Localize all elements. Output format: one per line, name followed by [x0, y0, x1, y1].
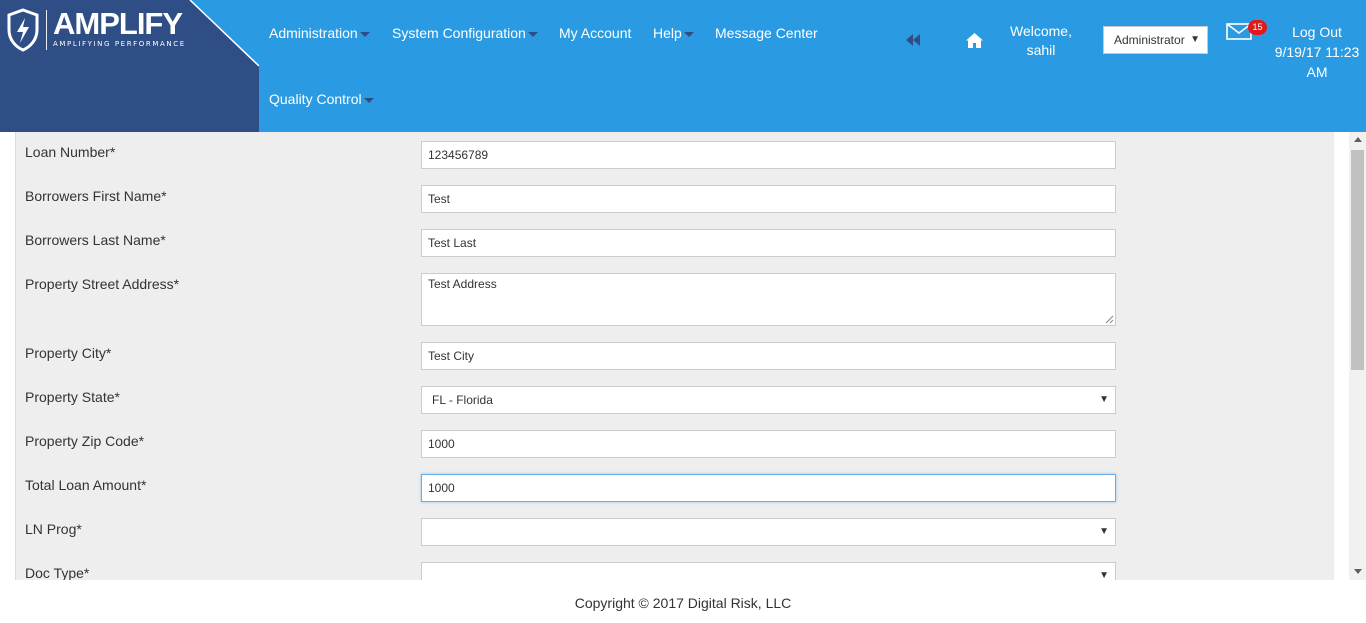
doc-type-select[interactable]: ▼ — [421, 562, 1116, 580]
label-borrower-last-name: Borrowers Last Name* — [25, 232, 166, 248]
caret-down-icon — [527, 31, 538, 37]
label-property-street-address: Property Street Address* — [25, 276, 180, 292]
nav-label: System Configuration — [392, 25, 526, 41]
logo-divider — [46, 10, 47, 50]
mail-count-badge: 15 — [1248, 20, 1267, 35]
scroll-up-arrow-icon[interactable] — [1354, 137, 1362, 142]
role-select[interactable]: Administrator ▼ — [1103, 26, 1208, 54]
brand-tagline: AMPLIFYING PERFORMANCE — [53, 40, 186, 48]
caret-down-icon — [359, 31, 370, 37]
label-property-state: Property State* — [25, 389, 120, 405]
nav-label: Administration — [269, 25, 358, 41]
logo-area: AMPLIFY AMPLIFYING PERFORMANCE — [0, 0, 259, 132]
nav-administration[interactable]: Administration — [269, 25, 370, 41]
chevron-down-icon: ▼ — [1099, 570, 1109, 580]
select-value — [428, 525, 432, 539]
loan-form: Loan Number* 123456789 Borrowers First N… — [15, 132, 1334, 580]
label-ln-prog: LN Prog* — [25, 521, 82, 537]
logout-area: Log Out 9/19/17 11:23 AM — [1270, 22, 1364, 82]
top-header: AMPLIFY AMPLIFYING PERFORMANCE Administr… — [0, 0, 1366, 132]
role-select-value: Administrator — [1114, 33, 1185, 47]
nav-message-center[interactable]: Message Center — [715, 25, 818, 41]
select-value — [428, 569, 432, 580]
nav-quality-control[interactable]: Quality Control — [269, 91, 374, 107]
datetime-line2: AM — [1306, 64, 1328, 80]
label-property-zip-code: Property Zip Code* — [25, 433, 145, 449]
label-total-loan-amount: Total Loan Amount* — [25, 477, 147, 493]
logout-link[interactable]: Log Out — [1270, 22, 1364, 42]
property-city-input[interactable]: Test City — [421, 342, 1116, 370]
borrower-last-name-input[interactable]: Test Last — [421, 229, 1116, 257]
nav-label: Quality Control — [269, 91, 362, 107]
loan-number-input[interactable]: 123456789 — [421, 141, 1116, 169]
borrower-first-name-input[interactable]: Test — [421, 185, 1116, 213]
datetime-line1: 9/19/17 11:23 — [1274, 44, 1360, 60]
label-borrower-first-name: Borrowers First Name* — [25, 188, 167, 204]
welcome-username: sahil — [1026, 42, 1056, 58]
nav-label: My Account — [559, 25, 632, 41]
ln-prog-select[interactable]: ▼ — [421, 518, 1116, 546]
nav-label: Help — [653, 25, 682, 41]
caret-down-icon — [683, 31, 694, 37]
brand-name: AMPLIFY — [53, 6, 183, 41]
property-state-select[interactable]: FL - Florida ▼ — [421, 386, 1116, 414]
chevron-down-icon: ▼ — [1099, 394, 1109, 405]
caret-down-icon — [363, 97, 374, 103]
welcome-greeting: Welcome, — [1010, 23, 1072, 39]
welcome-text: Welcome, sahil — [1002, 22, 1080, 60]
shield-bolt-icon — [7, 8, 39, 52]
brand-logo[interactable]: AMPLIFY AMPLIFYING PERFORMANCE — [6, 8, 186, 52]
nav-help[interactable]: Help — [653, 25, 694, 41]
rewind-icon[interactable] — [905, 33, 921, 47]
vertical-scrollbar[interactable] — [1349, 132, 1366, 580]
select-value: FL - Florida — [432, 393, 493, 407]
property-street-address-textarea[interactable]: Test Address — [421, 273, 1116, 326]
nav-system-configuration[interactable]: System Configuration — [392, 25, 538, 41]
label-property-city: Property City* — [25, 345, 112, 361]
chevron-down-icon: ▼ — [1099, 526, 1109, 537]
label-loan-number: Loan Number* — [25, 144, 116, 160]
nav-label: Message Center — [715, 25, 818, 41]
label-doc-type: Doc Type* — [25, 565, 90, 580]
nav-my-account[interactable]: My Account — [559, 25, 631, 41]
resize-grip-icon[interactable] — [1105, 315, 1114, 324]
scrollbar-thumb[interactable] — [1351, 150, 1364, 370]
chevron-down-icon: ▼ — [1190, 34, 1200, 45]
textarea-value: Test Address — [428, 277, 497, 291]
scroll-down-arrow-icon[interactable] — [1354, 569, 1362, 574]
home-icon[interactable] — [965, 32, 984, 49]
property-zip-code-input[interactable]: 1000 — [421, 430, 1116, 458]
footer-copyright: Copyright © 2017 Digital Risk, LLC — [574, 595, 792, 611]
total-loan-amount-input[interactable]: 1000 — [421, 474, 1116, 502]
